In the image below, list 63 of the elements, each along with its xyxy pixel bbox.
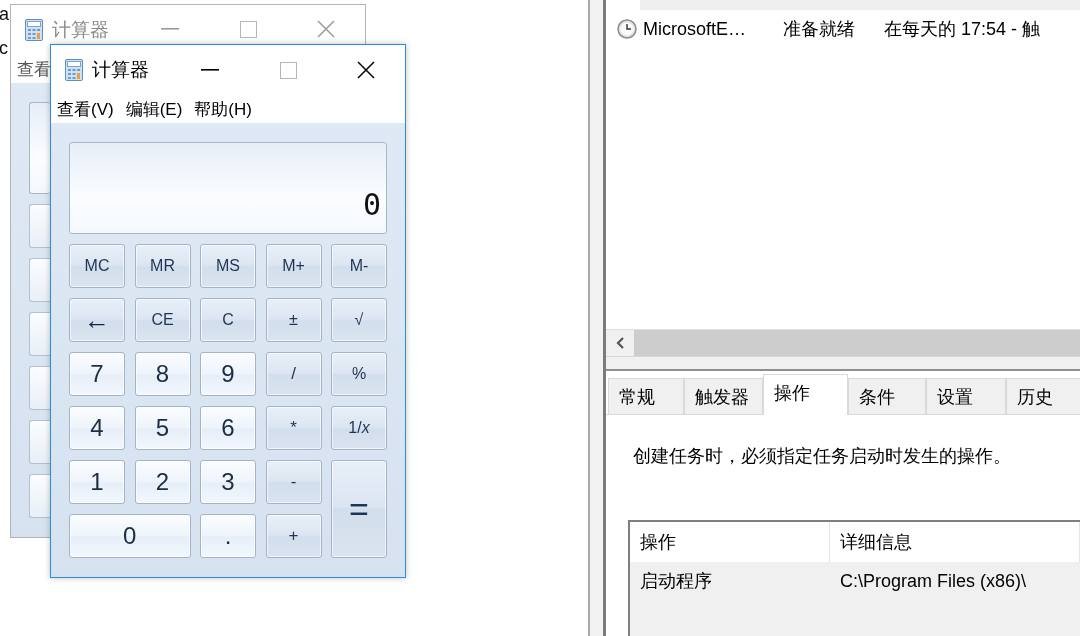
tab[interactable]: 设置 — [926, 378, 1006, 414]
calculator-key[interactable]: ← — [69, 298, 125, 342]
table-cell-text: C:\Program Files (x86)\ — [839, 570, 1028, 592]
task-name: MicrosoftE… — [643, 18, 748, 40]
minimize-icon — [161, 28, 179, 30]
menu-item[interactable]: 查看(V) — [57, 97, 114, 121]
window-title: 计算器 — [92, 58, 150, 82]
close-icon — [357, 61, 375, 79]
desktop-text: a — [0, 4, 9, 24]
calculator-key[interactable]: 4 — [69, 406, 125, 450]
close-icon — [317, 20, 335, 38]
scroll-left-button[interactable] — [606, 330, 634, 356]
calculator-key[interactable]: ± — [265, 298, 322, 342]
calculator-key[interactable]: MS — [200, 244, 256, 288]
calculator-key[interactable]: % — [331, 352, 387, 396]
calculator-key[interactable]: 8 — [134, 352, 191, 396]
calculator-key[interactable]: . — [200, 514, 256, 558]
pane-splitter[interactable] — [606, 356, 1080, 371]
calculator-key[interactable]: MC — [69, 244, 125, 288]
calculator-key[interactable]: 6 — [200, 406, 256, 450]
calculator-key[interactable]: M+ — [265, 244, 322, 288]
tab[interactable]: 常规 — [608, 378, 684, 414]
calculator-icon — [65, 59, 83, 81]
calculator-key[interactable]: 5 — [134, 406, 191, 450]
calculator-key[interactable]: = — [331, 460, 387, 558]
display-value: 0 — [362, 187, 381, 223]
tab[interactable]: 触发器 — [684, 378, 763, 414]
calculator-key[interactable]: M- — [331, 244, 387, 288]
calculator-key[interactable]: 3 — [200, 460, 256, 504]
tab[interactable]: 操作 — [763, 374, 848, 415]
calculator-key[interactable]: + — [265, 514, 322, 558]
menu-item[interactable]: 帮助(H) — [194, 97, 252, 121]
calculator-key[interactable]: √ — [331, 298, 387, 342]
calculator-key[interactable]: MR — [134, 244, 191, 288]
desktop-text: c — [0, 38, 8, 58]
calculator-key[interactable]: - — [265, 460, 322, 504]
column-header[interactable]: 详细信息 — [830, 522, 1080, 562]
minimize-icon — [201, 69, 219, 71]
calculator-key[interactable]: 2 — [134, 460, 191, 504]
calculator-key[interactable]: 1/x — [331, 406, 387, 450]
calculator-key[interactable]: CE — [134, 298, 191, 342]
table-cell-text: 启动程序 — [639, 570, 713, 593]
description-text: 创建任务时，必须指定任务启动时发生的操作。 — [633, 445, 1012, 468]
window-title: 计算器 — [52, 18, 110, 42]
clock-icon — [617, 19, 637, 39]
calculator-key[interactable]: 0 — [69, 514, 191, 558]
chevron-left-icon — [615, 337, 625, 349]
task-status: 准备就绪 — [783, 18, 856, 41]
calculator-key[interactable]: 7 — [69, 352, 125, 396]
calculator-key[interactable]: / — [265, 352, 322, 396]
calculator-key[interactable]: * — [265, 406, 322, 450]
calculator-key[interactable]: 1 — [69, 460, 125, 504]
menu-item[interactable]: 编辑(E) — [125, 97, 183, 121]
maximize-icon — [279, 61, 297, 79]
calculator-key[interactable]: 9 — [200, 352, 256, 396]
horizontal-scrollbar[interactable] — [606, 329, 1080, 356]
column-header[interactable]: 操作 — [630, 522, 830, 562]
calculator-key[interactable]: C — [200, 298, 256, 342]
task-trigger: 在每天的 17:54 - 触 — [884, 18, 1042, 41]
tab[interactable]: 历史 — [1006, 378, 1080, 414]
tab[interactable]: 条件 — [848, 378, 926, 414]
maximize-icon — [239, 20, 257, 38]
calculator-icon — [25, 19, 43, 41]
